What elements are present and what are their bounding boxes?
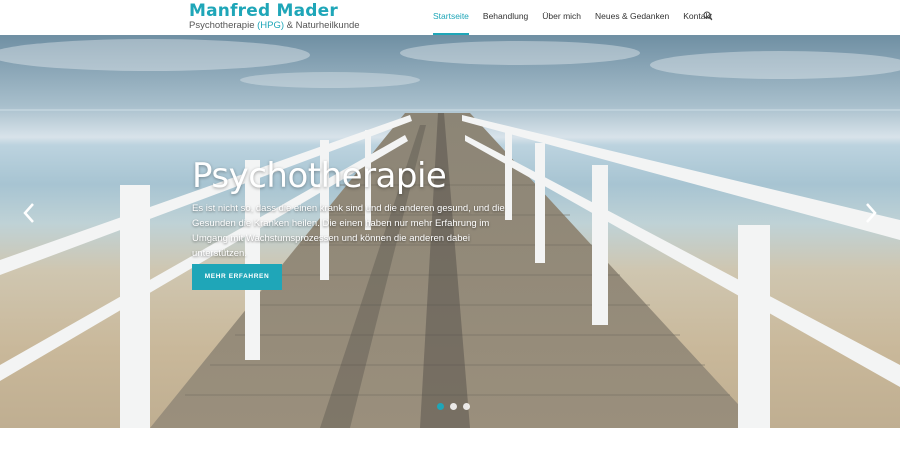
- chevron-left-icon[interactable]: [22, 202, 36, 224]
- nav-item-startseite[interactable]: Startseite: [433, 0, 469, 35]
- slider-dot-2[interactable]: [450, 403, 457, 410]
- main-navigation: Startseite Behandlung Über mich Neues & …: [433, 0, 726, 35]
- search-icon[interactable]: [703, 11, 713, 21]
- hero-content: Psychotherapie Es ist nicht so, dass die…: [192, 156, 517, 261]
- logo-subtitle-hpg: (HPG): [257, 20, 285, 31]
- nav-item-ueber-mich[interactable]: Über mich: [542, 0, 581, 35]
- hero-title: Psychotherapie: [192, 156, 447, 196]
- slider-dot-3[interactable]: [463, 403, 470, 410]
- site-header: Manfred Mader Psychotherapie (HPG) & Nat…: [0, 0, 900, 35]
- logo-title: Manfred Mader: [189, 1, 338, 21]
- logo-subtitle: Psychotherapie (HPG) & Naturheilkunde: [189, 20, 360, 31]
- content-area-start: [0, 428, 900, 450]
- slider-dot-1[interactable]: [437, 403, 444, 410]
- chevron-right-icon[interactable]: [864, 202, 878, 224]
- hero-slider: Psychotherapie Es ist nicht so, dass die…: [0, 35, 900, 428]
- mehr-erfahren-button[interactable]: MEHR ERFAHREN: [192, 264, 282, 290]
- logo-subtitle-pre: Psychotherapie: [189, 20, 258, 31]
- nav-item-neues-gedanken[interactable]: Neues & Gedanken: [595, 0, 669, 35]
- slider-pagination: [437, 403, 476, 410]
- nav-item-behandlung[interactable]: Behandlung: [483, 0, 528, 35]
- hero-description: Es ist nicht so, dass die einen krank si…: [192, 203, 505, 259]
- site-logo[interactable]: Manfred Mader Psychotherapie (HPG) & Nat…: [189, 2, 360, 31]
- logo-subtitle-post: & Naturheilkunde: [284, 20, 360, 31]
